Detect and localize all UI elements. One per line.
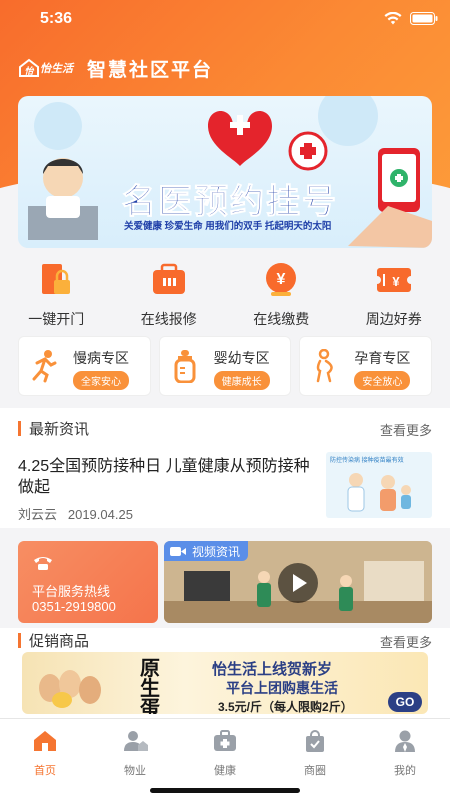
svg-text:¥: ¥ xyxy=(392,274,400,289)
news-section: 最新资讯 查看更多 4.25全国预防接种日 儿童健康从预防接种做起 刘云云 20… xyxy=(0,408,450,528)
tab-label: 健康 xyxy=(214,765,236,777)
video-news-card[interactable]: 视频资讯 xyxy=(164,541,432,623)
promo-price: 3.5元/斤（每人限购2斤） xyxy=(218,700,353,714)
quick-action-label: 在线报修 xyxy=(140,311,197,327)
toolbox-icon xyxy=(152,263,185,294)
shopping-bag-icon xyxy=(306,730,324,752)
play-button[interactable] xyxy=(278,563,318,603)
section-title: 促销商品 xyxy=(29,633,90,650)
video-tag: 视频资讯 xyxy=(164,541,249,561)
promo-line-1: 怡生活上线贺新岁 xyxy=(212,661,333,678)
phone-icon xyxy=(34,557,52,570)
coupon-icon: ¥ xyxy=(376,268,411,292)
zone-title: 婴幼专区 xyxy=(213,350,270,366)
svg-text:¥: ¥ xyxy=(277,271,286,288)
door-lock-icon xyxy=(42,264,71,294)
wifi-icon xyxy=(384,12,402,25)
promo-section: 促销商品 查看更多 原生蛋 怡生活上线贺新岁 平台上团购惠生活 3.5元/斤（每… xyxy=(0,628,450,718)
video-tag-label: 视频资讯 xyxy=(192,544,241,559)
quick-action-open-door[interactable]: 一键开门 xyxy=(0,262,113,327)
zone-pregnancy[interactable]: 孕育专区 安全放心 xyxy=(299,336,433,396)
section-header: 促销商品 xyxy=(18,630,89,651)
tab-home[interactable]: 首页 xyxy=(0,719,90,800)
zone-badge: 安全放心 xyxy=(354,371,411,390)
promo-line-2: 平台上团购惠生活 xyxy=(226,680,338,696)
zone-chronic[interactable]: 慢病专区 全家安心 xyxy=(18,336,151,396)
product-name: 原生蛋 xyxy=(140,656,160,714)
zone-badge: 健康成长 xyxy=(213,371,270,390)
section-accent-bar xyxy=(18,421,21,436)
hotline-label: 平台服务热线 xyxy=(32,584,111,599)
tab-label: 物业 xyxy=(124,765,146,777)
status-icons xyxy=(384,12,438,25)
profile-icon xyxy=(395,730,415,752)
go-button[interactable]: GO xyxy=(388,692,422,712)
app-bar: 怡 怡生活 智慧社区平台 xyxy=(18,50,213,86)
status-bar: 5:36 xyxy=(0,0,450,40)
quick-action-label: 一键开门 xyxy=(28,311,85,327)
app-title: 智慧社区平台 xyxy=(87,59,214,81)
tab-label: 商圈 xyxy=(304,765,326,777)
zone-title: 孕育专区 xyxy=(354,350,411,366)
svg-text:怡: 怡 xyxy=(24,66,34,76)
news-author: 刘云云 xyxy=(18,507,58,522)
section-title: 最新资讯 xyxy=(29,421,90,438)
logo-text: 怡生活 xyxy=(40,63,73,75)
zone-badge: 全家安心 xyxy=(73,371,129,390)
news-item-meta: 刘云云 2019.04.25 xyxy=(18,504,133,523)
promo-product-banner[interactable]: 原生蛋 怡生活上线贺新岁 平台上团购惠生活 3.5元/斤（每人限购2斤） GO xyxy=(22,652,428,714)
tab-label: 我的 xyxy=(394,765,416,777)
battery-icon xyxy=(410,12,438,25)
zone-infant[interactable]: 婴幼专区 健康成长 xyxy=(158,336,292,396)
tab-profile[interactable]: 我的 xyxy=(360,719,450,800)
home-icon xyxy=(34,731,56,751)
yuan-coin-icon: ¥ xyxy=(266,263,297,296)
service-hotline-card[interactable]: 平台服务热线 0351-2919800 xyxy=(18,541,158,623)
hotline-number[interactable]: 0351-2919800 xyxy=(32,599,116,614)
section-header: 最新资讯 xyxy=(18,418,89,439)
banner-headline: 名医预约挂号 xyxy=(122,183,338,222)
news-thumbnail[interactable]: 防控传染病 接种疫苗最有效 xyxy=(326,452,432,518)
news-date: 2019.04.25 xyxy=(67,507,133,522)
section-accent-bar xyxy=(18,633,21,648)
quick-action-label: 周边好券 xyxy=(365,311,422,327)
video-camera-icon xyxy=(170,546,186,556)
promo-more-link[interactable]: 查看更多 xyxy=(380,632,432,651)
zone-title: 慢病专区 xyxy=(73,350,129,366)
quick-action-coupons[interactable]: ¥ 周边好券 xyxy=(338,262,450,327)
home-indicator xyxy=(150,788,300,793)
user-house-icon xyxy=(124,731,148,751)
banner-tagline: 关爱健康 珍爱生命 用我们的双手 托起明天的太阳 xyxy=(124,221,332,232)
house-logo-icon: 怡 xyxy=(19,58,39,77)
quick-action-payment[interactable]: ¥ 在线缴费 xyxy=(225,262,338,327)
quick-actions: 一键开门 在线报修 ¥ 在线缴费 ¥ 周边好券 xyxy=(0,262,450,327)
pregnant-icon xyxy=(317,349,334,383)
quick-action-repair[interactable]: 在线报修 xyxy=(113,262,226,327)
baby-bottle-icon xyxy=(174,350,196,383)
medical-kit-icon xyxy=(214,730,236,751)
promo-banner[interactable]: 名医预约挂号 关爱健康 珍爱生命 用我们的双手 托起明天的太阳 xyxy=(18,96,432,248)
status-time: 5:36 xyxy=(40,10,73,27)
app-logo: 怡 怡生活 xyxy=(18,58,73,78)
news-item-title[interactable]: 4.25全国预防接种日 儿童健康从预防接种做起 xyxy=(18,456,318,498)
vaccination-illustration xyxy=(347,473,411,512)
eggs-illustration xyxy=(39,670,101,708)
quick-action-label: 在线缴费 xyxy=(253,311,310,327)
runner-icon xyxy=(32,350,57,383)
news-more-link[interactable]: 查看更多 xyxy=(380,420,432,439)
health-zones: 慢病专区 全家安心 婴幼专区 健康成长 孕育专区 安全放心 xyxy=(18,336,433,396)
tab-label: 首页 xyxy=(34,765,56,777)
